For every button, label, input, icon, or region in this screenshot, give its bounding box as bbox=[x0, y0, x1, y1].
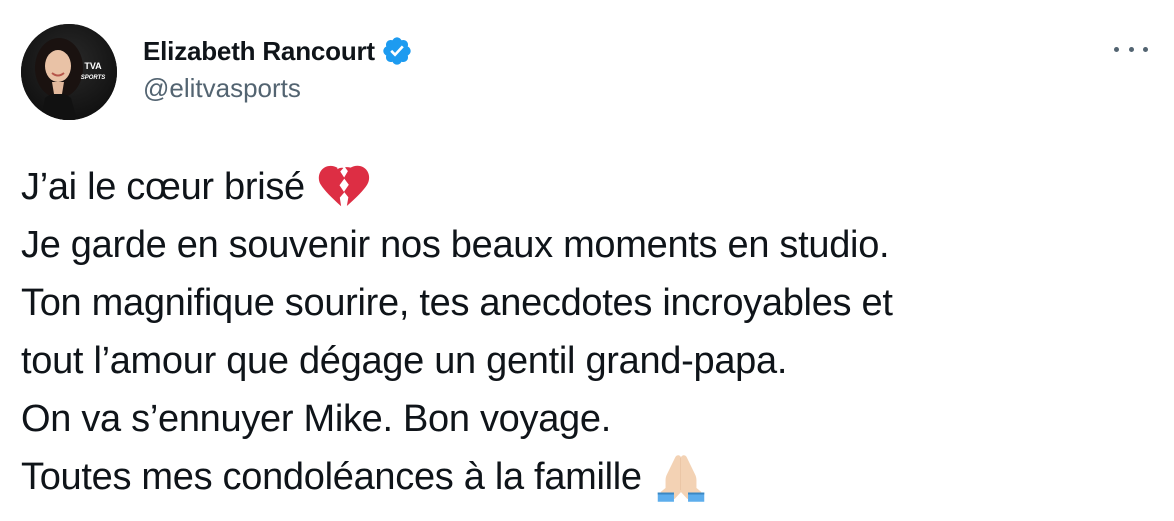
tweet-line: tout l’amour que dégage un gentil grand-… bbox=[21, 332, 1161, 390]
tweet-line: Toutes mes condoléances à la famille bbox=[21, 448, 1161, 506]
svg-text:TVA: TVA bbox=[84, 61, 102, 71]
verified-badge-icon bbox=[381, 35, 413, 67]
tweet-line: Je garde en souvenir nos beaux moments e… bbox=[21, 216, 1161, 274]
tweet-line-text: Je garde en souvenir nos beaux moments e… bbox=[21, 224, 890, 266]
tweet-line: On va s’ennuyer Mike. Bon voyage. bbox=[21, 390, 1161, 448]
more-dot bbox=[1128, 46, 1134, 52]
folded-hands-icon bbox=[654, 450, 708, 504]
tweet-text: J’ai le cœur brisé Je garde en souvenir … bbox=[21, 158, 1161, 506]
tweet-header: Elizabeth Rancourt @elitvasports bbox=[143, 34, 413, 104]
tweet-line-text: Ton magnifique sourire, tes anecdotes in… bbox=[21, 282, 893, 324]
tweet-card[interactable]: TVA SPORTS Elizabeth Rancourt @elitvaspo… bbox=[0, 0, 1174, 510]
name-row: Elizabeth Rancourt bbox=[143, 34, 413, 68]
tweet-line-text: J’ai le cœur brisé bbox=[21, 166, 305, 208]
tweet-line: J’ai le cœur brisé bbox=[21, 158, 1161, 216]
more-options-icon[interactable] bbox=[1114, 36, 1148, 62]
more-dot bbox=[1143, 46, 1148, 52]
svg-text:SPORTS: SPORTS bbox=[81, 75, 106, 81]
tweet-line-text: On va s’ennuyer Mike. Bon voyage. bbox=[21, 398, 611, 440]
tweet-line-text: Toutes mes condoléances à la famille bbox=[21, 456, 642, 498]
user-handle[interactable]: @elitvasports bbox=[143, 73, 413, 104]
tweet-line: Ton magnifique sourire, tes anecdotes in… bbox=[21, 274, 1161, 332]
broken-heart-icon bbox=[317, 160, 371, 214]
tweet-line-text: tout l’amour que dégage un gentil grand-… bbox=[21, 340, 788, 382]
more-dot bbox=[1114, 46, 1119, 52]
display-name[interactable]: Elizabeth Rancourt bbox=[143, 36, 375, 67]
avatar-photo: TVA SPORTS bbox=[21, 24, 117, 120]
avatar[interactable]: TVA SPORTS bbox=[21, 24, 117, 120]
